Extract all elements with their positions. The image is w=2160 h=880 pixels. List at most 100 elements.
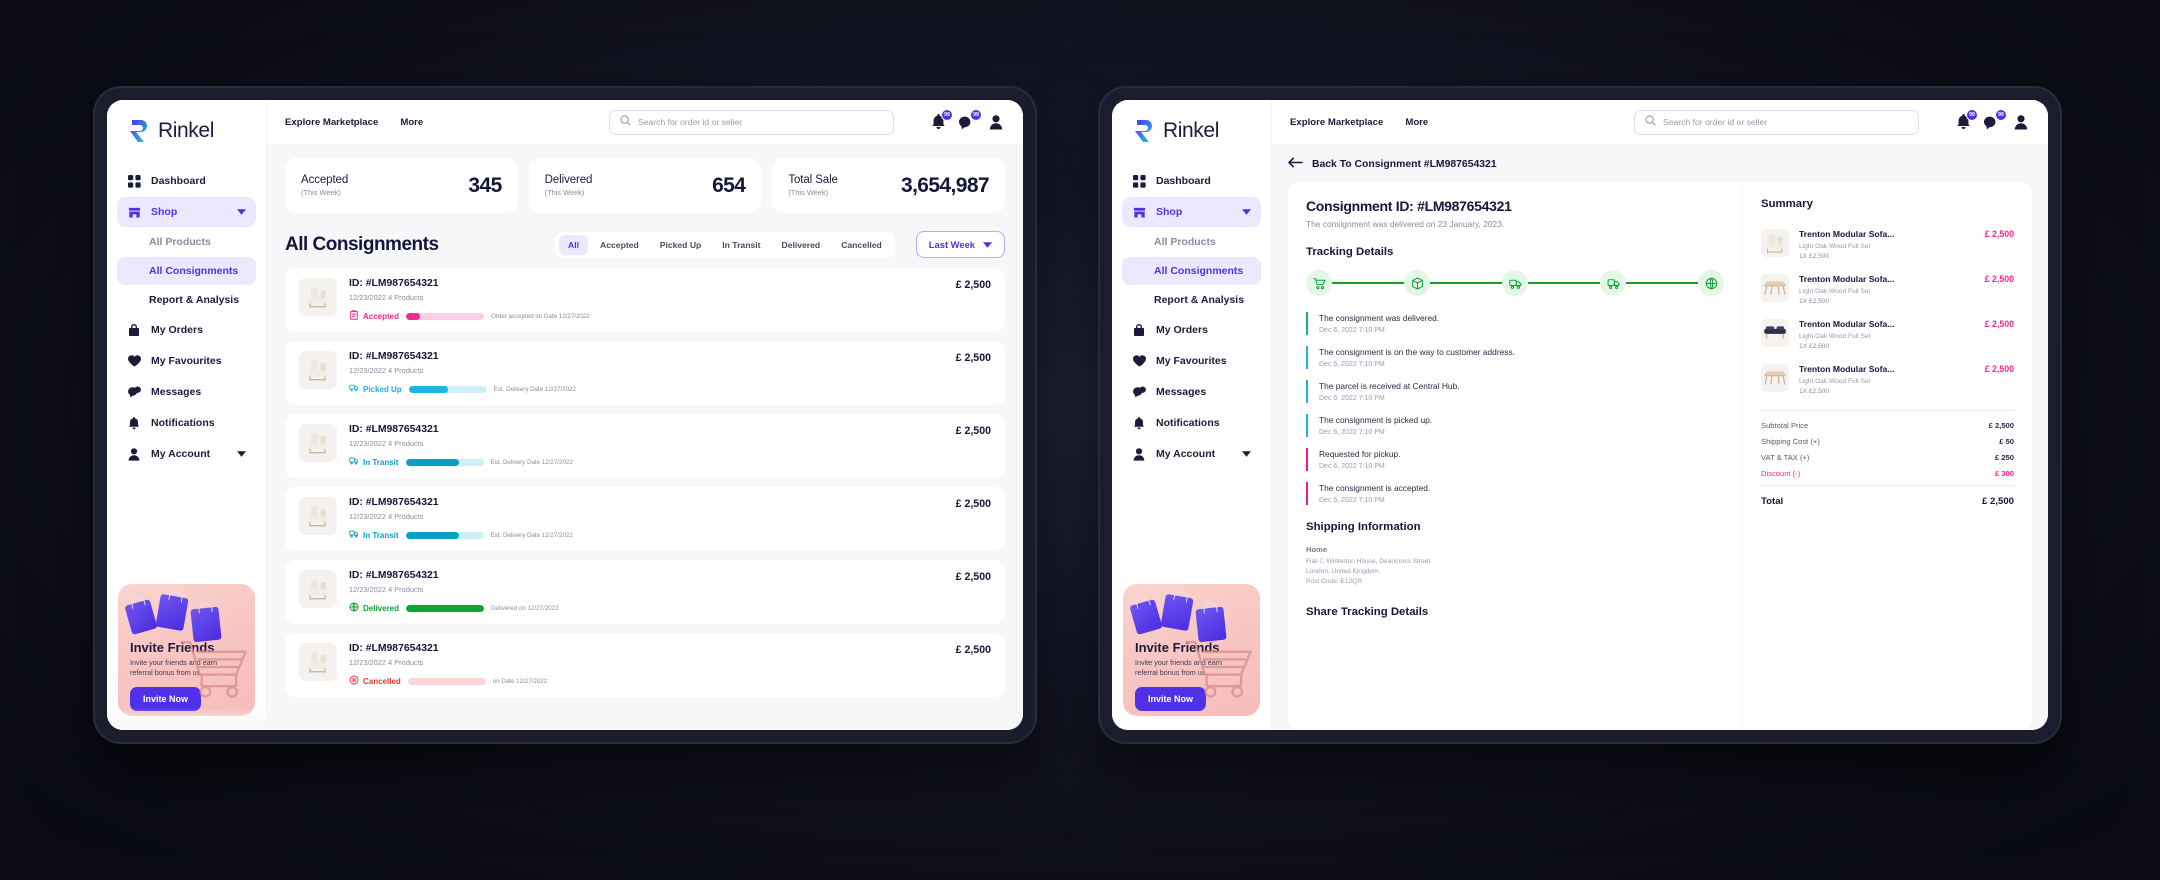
table-row[interactable]: ID: #LM987654321 12/23/2022 4 Products Pic…	[285, 341, 1005, 405]
sidebar-item-all-consignments[interactable]: All Consignments	[117, 257, 256, 285]
filter-chips: All Accepted Picked Up In Transit Delive…	[555, 231, 895, 258]
sidebar-item-notifications[interactable]: Notifications	[117, 408, 256, 438]
product-name: Trenton Modular Sofa...	[1799, 364, 1895, 374]
nav-more[interactable]: More	[1405, 117, 1428, 128]
consignment-meta: 12/23/2022 4 Products	[349, 439, 424, 448]
detail-content: Back To Consignment #LM987654321 Consign…	[1272, 144, 2048, 730]
store-icon	[1132, 205, 1146, 219]
product-thumbnail	[299, 570, 337, 608]
table-row[interactable]: ID: #LM987654321 12/23/2022 4 Products Can…	[285, 633, 1005, 697]
timeline-text: The parcel is received at Central Hub.	[1319, 381, 1460, 391]
sidebar-item-dashboard[interactable]: Dashboard	[117, 166, 256, 196]
sidebar-item-all-products[interactable]: All Products	[1122, 228, 1261, 256]
profile-avatar[interactable]	[987, 113, 1005, 131]
brand-logo[interactable]: Rinkel	[107, 100, 266, 160]
app-screen-detail: Rinkel Dashboard Shop All Products All C…	[1112, 100, 2048, 730]
brand-logo[interactable]: Rinkel	[1112, 100, 1271, 160]
total-label: VAT & TAX (+)	[1761, 453, 1810, 462]
sidebar-item-label: My Orders	[151, 324, 203, 336]
sidebar-item-messages[interactable]: Messages	[117, 377, 256, 407]
product-name: Trenton Modular Sofa...	[1799, 229, 1895, 239]
sidebar-item-shop[interactable]: Shop	[1122, 197, 1261, 227]
search-bar[interactable]	[609, 109, 894, 135]
sidebar-item-my-favourites[interactable]: My Favourites	[117, 346, 256, 376]
sidebar-item-my-orders[interactable]: My Orders	[117, 315, 256, 345]
filter-chip-in-transit[interactable]: In Transit	[713, 235, 769, 255]
filter-chip-cancelled[interactable]: Cancelled	[832, 235, 891, 255]
sidebar-item-my-account[interactable]: My Account	[1122, 439, 1261, 469]
table-row[interactable]: ID: #LM987654321 12/23/2022 4 Products In …	[285, 487, 1005, 551]
summary-item: Trenton Modular Sofa... Light Oak Wood Fu…	[1761, 267, 2014, 312]
status-badge: In Transit	[349, 529, 399, 541]
nav-explore-marketplace[interactable]: Explore Marketplace	[285, 117, 378, 128]
search-input[interactable]	[638, 117, 883, 127]
consignment-price: £ 2,500	[955, 498, 991, 510]
sidebar-item-label: My Favourites	[1156, 355, 1227, 367]
stat-value: 654	[712, 173, 746, 197]
table-row[interactable]: ID: #LM987654321 12/23/2022 4 Products Del…	[285, 560, 1005, 624]
consignment-meta: 12/23/2022 4 Products	[349, 293, 424, 302]
invite-friends-card: Invite Friends Invite your friends and e…	[118, 584, 255, 716]
product-quantity: 1X £2,500	[1799, 343, 1830, 350]
table-row[interactable]: ID: #LM987654321 12/23/2022 4 Products Acc…	[285, 268, 1005, 332]
sidebar-item-my-favourites[interactable]: My Favourites	[1122, 346, 1261, 376]
tracking-steps	[1306, 270, 1724, 296]
product-quantity: 1X £2,500	[1799, 388, 1830, 395]
table-row[interactable]: ID: #LM987654321 12/23/2022 4 Products In …	[285, 414, 1005, 478]
stat-card-delivered: Delivered (This Week) 654	[528, 158, 762, 213]
notifications-button[interactable]: 99	[1954, 109, 1978, 131]
product-quantity: 1X £2,500	[1799, 298, 1830, 305]
messages-button[interactable]: 99	[958, 109, 982, 131]
timeline-time: Dec 6, 2022 7:10 PM	[1319, 497, 1385, 504]
shipping-address: Home Flat-7, Winterton House, Deancross …	[1306, 545, 1724, 588]
shopping-bag-icon	[124, 598, 158, 636]
sidebar-item-report-analysis[interactable]: Report & Analysis	[117, 286, 256, 314]
stat-label: Delivered	[544, 174, 593, 186]
topbar-icons: 99 99	[1954, 109, 2030, 131]
timeline-time: Dec 6, 2022 7:10 PM	[1319, 463, 1385, 470]
messages-button[interactable]: 99	[1983, 109, 2007, 131]
nav-more[interactable]: More	[400, 117, 423, 128]
search-input[interactable]	[1663, 117, 1908, 127]
consignment-rows: ID: #LM987654321 12/23/2022 4 Products Acc…	[285, 268, 1005, 697]
sidebar-item-all-consignments[interactable]: All Consignments	[1122, 257, 1261, 285]
sidebar-item-my-account[interactable]: My Account	[117, 439, 256, 469]
summary-item: Trenton Modular Sofa... Light Oak Wood Fu…	[1761, 357, 2014, 402]
nav-explore-marketplace[interactable]: Explore Marketplace	[1290, 117, 1383, 128]
sidebar-item-dashboard[interactable]: Dashboard	[1122, 166, 1261, 196]
back-label: Back To Consignment #LM987654321	[1312, 158, 1497, 170]
tracking-line	[1332, 281, 1404, 285]
product-price: £ 2,500	[1984, 319, 2014, 329]
sidebar-item-label: All Products	[149, 236, 211, 248]
consignment-meta: 12/23/2022 4 Products	[349, 512, 424, 521]
shopping-cart-icon	[180, 641, 248, 698]
period-dropdown[interactable]: Last Week	[915, 231, 1005, 258]
sidebar-item-all-products[interactable]: All Products	[117, 228, 256, 256]
filter-chip-all[interactable]: All	[559, 234, 589, 255]
profile-avatar[interactable]	[2012, 113, 2030, 131]
bell-icon	[127, 416, 141, 430]
brand-name: Rinkel	[158, 119, 214, 142]
sidebar-item-notifications[interactable]: Notifications	[1122, 408, 1261, 438]
notifications-button[interactable]: 99	[929, 109, 953, 131]
stat-label: Accepted	[301, 174, 349, 186]
back-to-consignment-button[interactable]: Back To Consignment #LM987654321	[1288, 157, 2032, 171]
timeline-item: The consignment is on the way to custome…	[1306, 346, 1724, 369]
search-bar[interactable]	[1634, 109, 1919, 135]
sidebar-item-label: Notifications	[151, 417, 215, 429]
sidebar-item-label: Dashboard	[1156, 175, 1211, 187]
total-value: £ 300	[1994, 469, 2014, 478]
filter-chip-accepted[interactable]: Accepted	[591, 235, 648, 255]
shipping-information-title: Shipping Information	[1306, 521, 1421, 533]
sidebar-item-messages[interactable]: Messages	[1122, 377, 1261, 407]
filter-chip-picked-up[interactable]: Picked Up	[651, 235, 711, 255]
sidebar-item-my-orders[interactable]: My Orders	[1122, 315, 1261, 345]
product-name: Trenton Modular Sofa...	[1799, 274, 1895, 284]
sidebar-item-report-analysis[interactable]: Report & Analysis	[1122, 286, 1261, 314]
filter-chip-delivered[interactable]: Delivered	[772, 235, 829, 255]
sidebar-item-label: Notifications	[1156, 417, 1220, 429]
sidebar-item-shop[interactable]: Shop	[117, 197, 256, 227]
sidebar-item-label: All Products	[1154, 236, 1216, 248]
consignment-price: £ 2,500	[955, 571, 991, 583]
notification-badge: 99	[1966, 109, 1978, 121]
